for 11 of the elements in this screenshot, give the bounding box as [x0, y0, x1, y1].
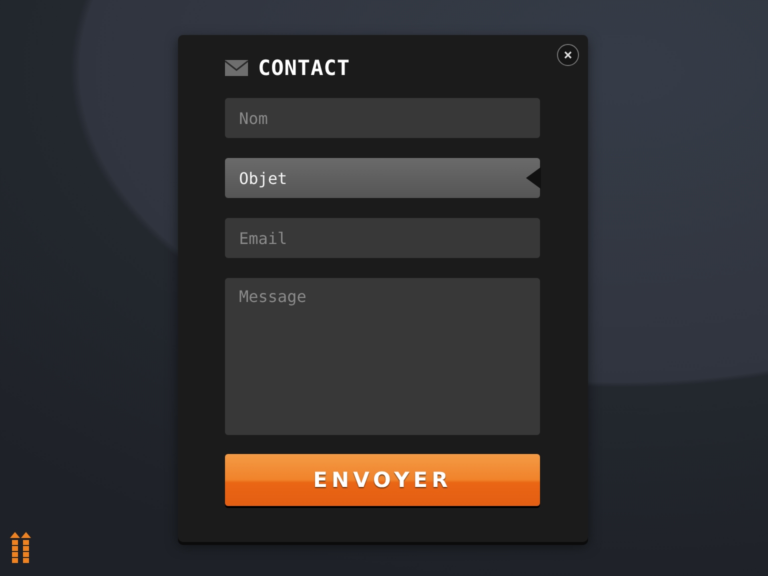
close-button[interactable]	[557, 44, 579, 66]
message-field[interactable]: Message	[225, 278, 540, 435]
close-icon	[564, 51, 572, 59]
send-button[interactable]: ENVOYER	[225, 454, 540, 506]
arrows-logo-icon	[10, 532, 31, 564]
input-field[interactable]: Email	[225, 218, 540, 258]
input-field[interactable]: Nom	[225, 98, 540, 138]
input-field[interactable]: Objet	[225, 158, 540, 198]
dialog-title: CONTACT	[258, 56, 350, 80]
envelope-icon	[225, 60, 248, 76]
focus-arrow-icon	[526, 167, 541, 189]
